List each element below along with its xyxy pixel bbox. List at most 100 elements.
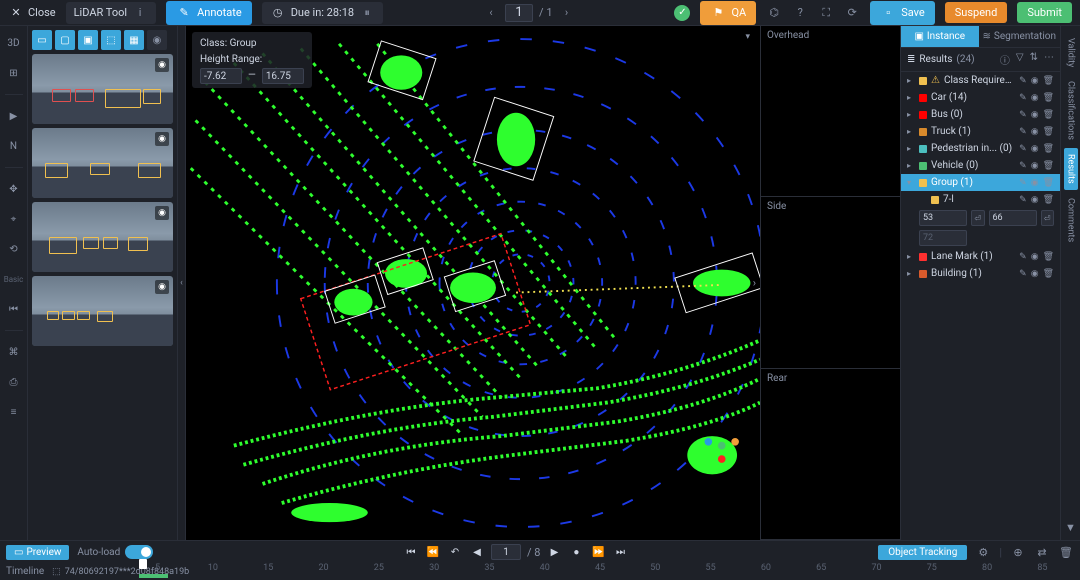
vtab-results[interactable]: Results xyxy=(1064,148,1078,190)
edit-icon[interactable]: ✎ xyxy=(1019,110,1027,120)
rear-view[interactable]: Rear xyxy=(761,369,900,540)
center-icon[interactable]: ⊕ xyxy=(1010,544,1026,560)
delete-icon[interactable]: 🗑 xyxy=(1043,76,1054,86)
overhead-view[interactable]: Overhead xyxy=(761,26,900,197)
visibility-icon[interactable]: ◉ xyxy=(155,132,169,146)
vtab-validity[interactable]: Validity xyxy=(1064,32,1078,73)
thumbtool-1[interactable]: ▭ xyxy=(32,30,52,50)
tree-item-6[interactable]: ▾ Group (1) ✎◉🗑 xyxy=(901,174,1060,191)
flip-icon[interactable]: ⇄ xyxy=(1034,544,1050,560)
eye-icon[interactable]: ◉ xyxy=(1031,127,1039,137)
expand-icon[interactable]: ⛶ xyxy=(818,5,834,21)
skip-end-icon[interactable]: ⏭ xyxy=(612,544,628,560)
input-b[interactable] xyxy=(989,210,1037,226)
submit-button[interactable]: Submit xyxy=(1017,2,1072,23)
delete-icon[interactable]: 🗑 xyxy=(1043,127,1054,137)
camera-thumb-4[interactable]: ◉ xyxy=(32,276,173,346)
fastforward-icon[interactable]: ⏩ xyxy=(590,544,606,560)
refresh-icon[interactable]: ⟳ xyxy=(844,5,860,21)
tree-item-5[interactable]: ▸ Vehicle (0) ✎◉🗑 xyxy=(901,157,1060,174)
edit-icon[interactable]: ✎ xyxy=(1019,178,1027,188)
autoload-toggle[interactable] xyxy=(125,545,153,559)
thumbtool-6[interactable]: ◉ xyxy=(147,30,167,50)
tree-item-0[interactable]: ▸ ⚠ Class Required (6) ✎◉🗑 xyxy=(901,72,1060,89)
skip-start-icon[interactable]: ⏮ xyxy=(403,544,419,560)
eye-icon[interactable]: ◉ xyxy=(1031,161,1039,171)
kbd-icon[interactable]: ⏎ xyxy=(971,210,985,226)
tool-cmd[interactable]: ⌘ xyxy=(5,343,23,361)
rewind-icon[interactable]: ⏪ xyxy=(425,544,441,560)
qa-button[interactable]: ⚑ QA xyxy=(700,1,756,25)
tab-segmentation[interactable]: ≋Segmentation xyxy=(979,26,1060,47)
tool-move[interactable]: ✥ xyxy=(5,180,23,198)
suspend-button[interactable]: Suspend xyxy=(945,2,1008,23)
eye-icon[interactable]: ◉ xyxy=(1031,178,1039,188)
next-page-icon[interactable]: › xyxy=(559,5,575,21)
tool-print[interactable]: ⎙ xyxy=(5,373,23,391)
save-button[interactable]: ▫ Save xyxy=(870,1,935,25)
edit-icon[interactable]: ✎ xyxy=(1019,195,1027,205)
eye-icon[interactable]: ◉ xyxy=(1031,76,1039,86)
tool-rewind[interactable]: ⏮ xyxy=(5,300,23,318)
edit-icon[interactable]: ✎ xyxy=(1019,93,1027,103)
bug-icon[interactable]: ⌬ xyxy=(766,5,782,21)
eye-icon[interactable]: ◉ xyxy=(1031,195,1039,205)
tree-item-7[interactable]: 7-l ✎◉🗑 xyxy=(901,191,1060,208)
tool-grid[interactable]: ⊞ xyxy=(5,64,23,82)
preview-button[interactable]: ▭Preview xyxy=(6,545,69,560)
tool-rotate[interactable]: ⟲ xyxy=(5,240,23,258)
vtab-classifications[interactable]: Classifications xyxy=(1064,75,1078,146)
page-input[interactable] xyxy=(505,4,533,22)
tree-item-9[interactable]: ▸ Building (1) ✎◉🗑 xyxy=(901,265,1060,282)
range-min-input[interactable] xyxy=(200,68,242,84)
edit-icon[interactable]: ✎ xyxy=(1019,76,1027,86)
edit-icon[interactable]: ✎ xyxy=(1019,269,1027,279)
tool-3d[interactable]: 3D xyxy=(5,34,23,52)
thumbtool-5[interactable]: ▦ xyxy=(124,30,144,50)
eye-icon[interactable]: ◉ xyxy=(1031,93,1039,103)
timeline-scale[interactable]: 510152025303540455055606570758085 xyxy=(130,563,1070,580)
tree-item-8[interactable]: ▸ Lane Mark (1) ✎◉🗑 xyxy=(901,248,1060,265)
gear-icon[interactable]: ⚙ xyxy=(975,544,991,560)
delete-icon[interactable]: 🗑 xyxy=(1043,269,1054,279)
tool-target[interactable]: ⌖ xyxy=(5,210,23,228)
info-icon[interactable]: i xyxy=(132,5,148,21)
close-button[interactable]: ✕ Close xyxy=(8,5,56,21)
delete-icon[interactable]: 🗑 xyxy=(1043,252,1054,262)
pause-icon[interactable]: ⏸ xyxy=(359,5,375,21)
delete-icon[interactable]: 🗑 xyxy=(1043,161,1054,171)
annotate-button[interactable]: ✎ Annotate xyxy=(166,1,252,25)
edit-icon[interactable]: ✎ xyxy=(1019,252,1027,262)
more-icon[interactable]: ⋯ xyxy=(1044,52,1054,67)
delete-icon[interactable]: 🗑 xyxy=(1043,93,1054,103)
edit-icon[interactable]: ✎ xyxy=(1019,127,1027,137)
delete-icon[interactable]: 🗑 xyxy=(1043,178,1054,188)
visibility-icon[interactable]: ◉ xyxy=(155,58,169,72)
tool-n[interactable]: N xyxy=(5,137,23,155)
range-max-input[interactable] xyxy=(262,68,304,84)
edit-icon[interactable]: ✎ xyxy=(1019,144,1027,154)
tab-instance[interactable]: ▣Instance xyxy=(901,26,979,47)
lidar-viewer[interactable]: Class: Group Height Range: — xyxy=(186,26,760,540)
visibility-icon[interactable]: ◉ xyxy=(155,280,169,294)
side-view[interactable]: Side xyxy=(761,197,900,368)
camera-thumb-1[interactable]: ◉ xyxy=(32,54,173,124)
viewer-dropdown[interactable]: ▾ xyxy=(745,32,750,42)
help-icon[interactable]: ? xyxy=(792,5,808,21)
trash-icon[interactable]: 🗑 xyxy=(1058,544,1074,560)
tree-item-2[interactable]: ▸ Bus (0) ✎◉🗑 xyxy=(901,106,1060,123)
filter-icon[interactable]: ▽ xyxy=(1016,52,1024,67)
tool-play[interactable]: ▶ xyxy=(5,107,23,125)
prev-frame-icon[interactable]: ◀ xyxy=(469,544,485,560)
thumbtool-2[interactable]: ▢ xyxy=(55,30,75,50)
input-c[interactable] xyxy=(919,230,967,246)
sort-icon[interactable]: ⇅ xyxy=(1030,52,1038,67)
tree-item-1[interactable]: ▸ Car (14) ✎◉🗑 xyxy=(901,89,1060,106)
prev-page-icon[interactable]: ‹ xyxy=(483,5,499,21)
edit-icon[interactable]: ✎ xyxy=(1019,161,1027,171)
eye-icon[interactable]: ◉ xyxy=(1031,144,1039,154)
filter-bottom-icon[interactable]: ▼ xyxy=(1065,521,1076,534)
info-icon[interactable]: ⓘ xyxy=(1000,52,1010,67)
eye-icon[interactable]: ◉ xyxy=(1031,252,1039,262)
delete-icon[interactable]: 🗑 xyxy=(1043,110,1054,120)
